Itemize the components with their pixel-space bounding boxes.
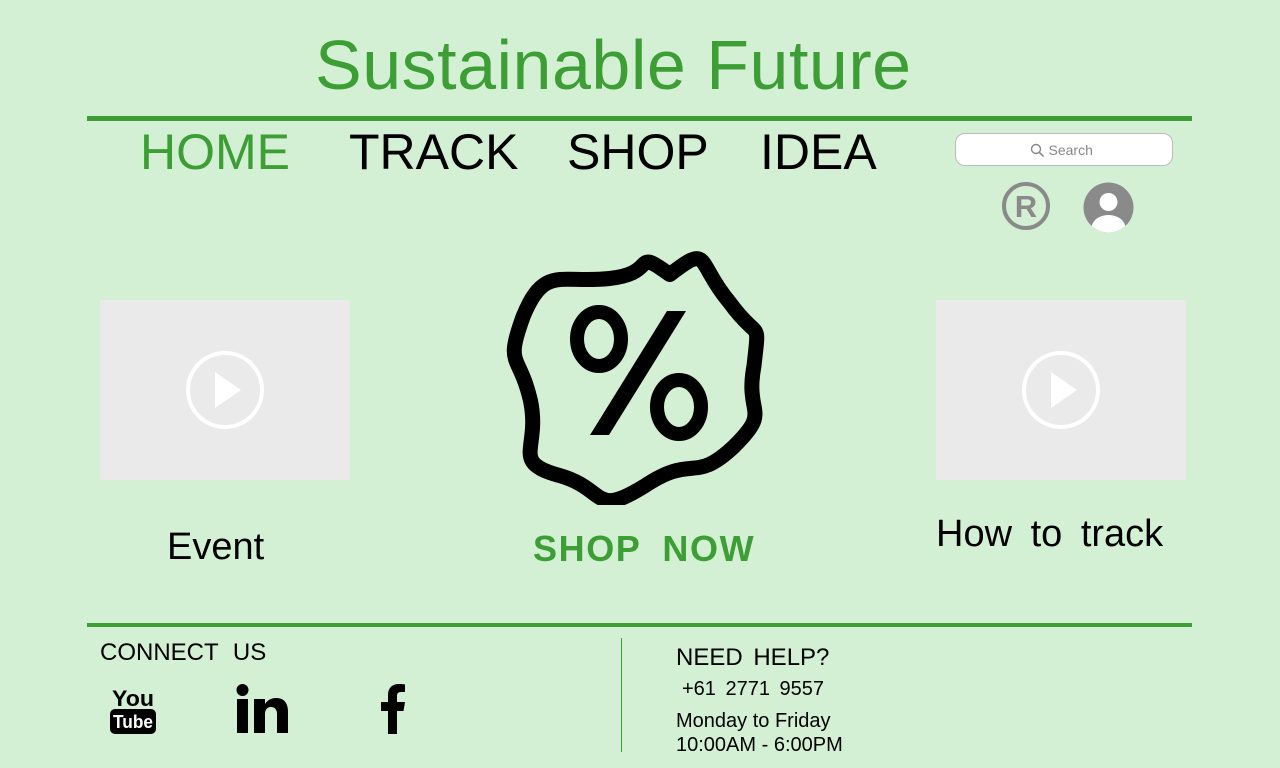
how-to-track-caption: How to track [936,513,1164,555]
search-input[interactable] [1048,141,1099,158]
search-icon [1030,143,1044,157]
connect-us-heading: CONNECT US [100,639,267,666]
footer-vertical-divider [621,638,622,752]
nav-item-idea[interactable]: IDEA [760,124,877,180]
search-box[interactable] [955,133,1173,166]
nav-item-home[interactable]: HOME [140,124,290,180]
event-caption: Event [167,526,265,568]
svg-text:You: You [112,686,154,711]
shop-now-link[interactable]: SHOP NOW [533,528,755,570]
need-help-heading: NEED HELP? [676,644,830,671]
site-title: Sustainable Future [315,26,912,104]
footer-divider [87,623,1192,627]
play-icon [186,351,264,429]
help-phone[interactable]: +61 2771 9557 [682,677,824,701]
svg-text:R: R [1015,189,1037,224]
play-icon [1022,351,1100,429]
help-days: Monday to Friday [676,710,831,732]
linkedin-icon[interactable] [236,684,289,734]
nav-item-shop[interactable]: SHOP [567,124,709,180]
svg-text:Tube: Tube [113,712,153,732]
youtube-icon[interactable]: You Tube [109,684,157,734]
registered-icon[interactable]: R [1001,181,1051,231]
user-avatar-icon[interactable] [1083,182,1134,233]
help-hours: 10:00AM - 6:00PM [676,734,843,756]
discount-percent-icon[interactable] [503,243,775,509]
how-to-track-video[interactable] [936,300,1186,480]
event-video[interactable] [100,300,350,480]
facebook-icon[interactable] [380,684,406,734]
header-divider [87,116,1192,121]
nav-item-track[interactable]: TRACK [349,124,518,180]
